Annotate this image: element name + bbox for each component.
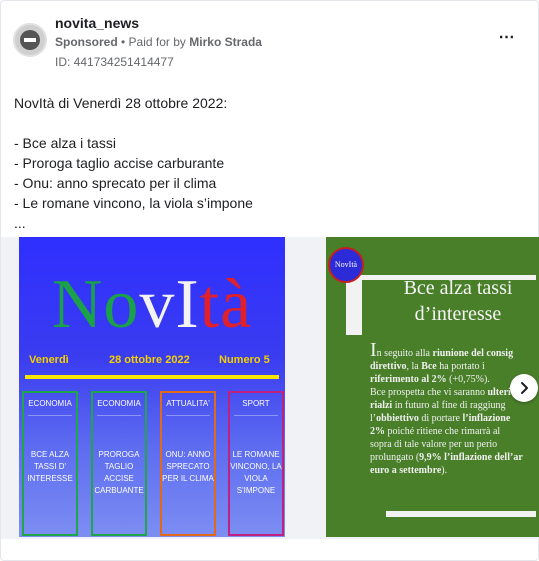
body-text: , la [406,361,422,372]
body-text: ha portato i [436,361,485,372]
page-avatar[interactable] [13,23,47,57]
post-text-line: - Onu: anno sprecato per il clima [14,175,217,191]
novita-logo-title: NovItà [19,265,285,345]
post-text-line: ... [14,215,26,231]
sponsor-line: Sponsored • Paid for by Mirko Strada [55,35,262,49]
body-text: Bce prospetta che vi saranno [370,387,488,398]
column-category: ATTUALITA' [166,399,210,408]
post-text-line: NovItà di Venerdì 28 ottobre 2022: [14,95,228,111]
logo-part-white: vI [139,266,200,343]
body-text: in futuro al fine di raggiung [392,400,506,411]
issue-date: 28 ottobre 2022 [109,354,190,366]
no-entry-bar [24,38,36,42]
issue-number: Numero 5 [219,354,270,366]
column-headline: BCE ALZA TASSI D' INTERESSE [27,450,73,483]
body-text-bold: Bce [421,361,437,372]
post-text-line [14,113,514,133]
ad-id: ID: 441734251414477 [55,55,174,69]
column-box: SPORT LE ROMANE VINCONO, LA VIOLA S'IMPO… [228,391,284,536]
body-text: (+0,75%). [446,374,490,385]
body-text-bold: euro a settembre [370,465,442,476]
body-text-bold: 2% [370,426,385,437]
body-text-bold: direttivo [370,361,407,372]
logo-part-red: tà [199,266,253,343]
body-text: sopra di tale valore per un perio [370,439,498,450]
body-text-bold: riferimento al 2% [370,374,447,385]
novita-badge-logo: NovItà [328,247,364,283]
body-text: ). [441,465,448,476]
carousel-slide-article[interactable]: NovItà Bce alza tassi d’interesse In seg… [326,237,539,537]
column-category: ECONOMIA [28,399,72,408]
ad-card: novita_news Sponsored • Paid for by Mirk… [0,0,539,561]
column-divider [28,415,72,416]
article-title-line: Bce alza tassi [403,277,513,299]
body-text-bold: riunione del consig [432,348,514,359]
body-text-bold: 9,9% l’inflazione dell’ar [419,452,523,463]
post-text-line: - Le romane vincono, la viola s’impone [14,195,253,211]
article-body: In seguito alla riunione del consig dire… [370,340,539,477]
body-text-bold: l’inflazione [462,413,511,424]
post-text: NovItà di Venerdì 28 ottobre 2022: - Bce… [14,93,514,233]
column-divider [166,415,210,416]
column-headline: ONU: ANNO SPRECATO PER IL CLIMA [162,450,214,483]
carousel-next-button[interactable] [510,374,538,402]
frame-vertical [346,275,362,335]
body-text-bold: obbiettivo [376,413,419,424]
sponsored-label: Sponsored [55,35,118,49]
body-text-bold: rialzi [370,400,393,411]
logo-part-green: No [51,266,140,343]
advertiser-name: Mirko Strada [189,35,262,49]
column-divider [97,415,141,416]
drop-cap: I [370,339,377,361]
column-divider [234,415,278,416]
carousel-slide-cover[interactable]: NovItà Venerdì 28 ottobre 2022 Numero 5 … [19,237,285,537]
column-box: ECONOMIA PROROGA TAGLIO ACCISE CARBUANTE [91,391,147,536]
issue-day: Venerdì [29,354,69,366]
post-text-line: - Bce alza i tassi [14,135,116,151]
body-text: di portare [418,413,463,424]
badge-logo-text: NovItà [334,260,358,269]
page-name[interactable]: novita_news [55,15,139,31]
article-title-line: d’interesse [414,303,502,325]
column-headline: LE ROMANE VINCONO, LA VIOLA S'IMPONE [230,450,282,495]
column-category: ECONOMIA [97,399,141,408]
column-box: ATTUALITA' ONU: ANNO SPRECATO PER IL CLI… [160,391,216,536]
post-text-line: - Proroga taglio accise carburante [14,155,225,171]
divider-line [25,375,279,379]
paid-for-label: • Paid for by [121,35,186,49]
body-text: n seguito alla [376,348,433,359]
frame-bottom-bar [386,511,536,517]
article-title: Bce alza tassi d’interesse [376,275,539,327]
body-text-bold: ulteri [487,387,511,398]
more-options-button[interactable]: ⋯ [494,30,520,51]
media-carousel[interactable]: NovItà Venerdì 28 ottobre 2022 Numero 5 … [1,237,539,539]
column-category: SPORT [242,399,270,408]
body-text: prolungato ( [370,452,420,463]
issue-info-row: Venerdì 28 ottobre 2022 Numero 5 [19,354,285,372]
chevron-right-icon [521,382,528,394]
column-headline: PROROGA TAGLIO ACCISE CARBUANTE [94,450,144,495]
column-box: ECONOMIA BCE ALZA TASSI D' INTERESSE [22,391,78,536]
body-text: poiché ritiene che rimarrà al [385,426,501,437]
